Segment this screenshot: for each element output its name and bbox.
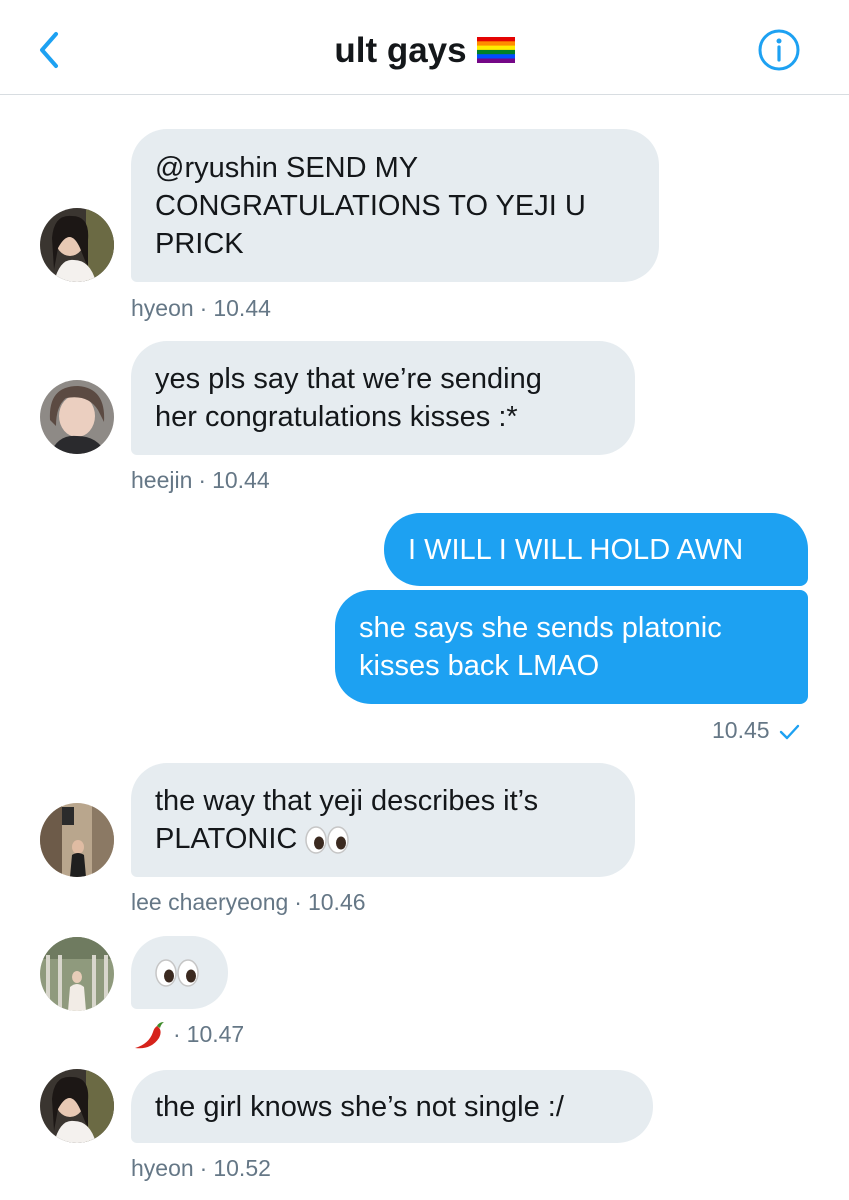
message-text: she says she sends platonic kisses back …: [359, 612, 722, 682]
avatar-photo: [40, 803, 114, 877]
message-time: 10.45: [712, 717, 770, 743]
avatar-hyeon[interactable]: [40, 1069, 114, 1143]
message-time: 10.44: [213, 295, 271, 321]
conversation-header: ult gays: [0, 0, 849, 95]
message-meta: heejin · 10.44: [131, 466, 270, 494]
message-text: the girl knows she’s not single :/: [155, 1090, 564, 1123]
message-text-wrap: the way that yeji describes it’s PLATONI…: [155, 782, 611, 858]
conversation-title-area: ult gays: [0, 30, 849, 72]
message-time: 10.47: [186, 1021, 245, 1048]
eyes-emoji-icon: [155, 958, 199, 987]
avatar-hyeon[interactable]: [40, 208, 114, 282]
chili-pepper-icon: [135, 1022, 164, 1049]
sender-name: lee chaeryeong: [131, 889, 289, 915]
message-meta: · 10.47: [131, 1020, 244, 1052]
message-bubble[interactable]: [131, 936, 228, 1009]
meta-separator: ·: [198, 467, 207, 493]
avatar-heejin[interactable]: [40, 380, 114, 454]
message-text: I WILL I WILL HOLD AWN: [408, 533, 744, 566]
conversation-title: ult gays: [334, 31, 467, 70]
meta-separator: ·: [173, 1021, 181, 1048]
avatar-chili-user[interactable]: [40, 937, 114, 1011]
info-icon: [758, 29, 800, 71]
message-bubble[interactable]: the girl knows she’s not single :/: [131, 1070, 653, 1143]
message-meta: lee chaeryeong · 10.46: [131, 888, 366, 916]
avatar-photo: [40, 380, 114, 454]
checkmark-icon: [779, 724, 799, 740]
avatar-photo: [40, 208, 114, 282]
message-bubble[interactable]: yes pls say that we’re sending her congr…: [131, 341, 635, 455]
message-text: yes pls say that we’re sending her congr…: [155, 363, 542, 433]
message-bubble[interactable]: the way that yeji describes it’s PLATONI…: [131, 763, 635, 877]
meta-separator: ·: [199, 295, 208, 321]
sender-name: hyeon: [131, 1155, 194, 1181]
avatar-photo: [40, 937, 114, 1011]
sender-name: hyeon: [131, 295, 194, 321]
message-time: 10.52: [213, 1155, 271, 1181]
avatar-lee-chaeryeong[interactable]: [40, 803, 114, 877]
message-meta: hyeon · 10.44: [131, 294, 271, 322]
outgoing-message-bubble[interactable]: she says she sends platonic kisses back …: [335, 590, 808, 704]
info-button[interactable]: [757, 28, 801, 72]
message-text: @ryushin SEND MY CONGRATULATIONS TO YEJI…: [155, 151, 586, 260]
message-meta: hyeon · 10.52: [131, 1154, 271, 1182]
message-bubble[interactable]: @ryushin SEND MY CONGRATULATIONS TO YEJI…: [131, 129, 659, 282]
eyes-emoji-icon: [305, 826, 350, 855]
message-time: 10.46: [307, 889, 366, 915]
sender-name: heejin: [131, 467, 193, 493]
meta-separator: ·: [294, 889, 302, 915]
message-meta: 10.45: [712, 716, 800, 744]
rainbow-flag-icon: [476, 36, 515, 63]
outgoing-message-bubble[interactable]: I WILL I WILL HOLD AWN: [384, 513, 808, 586]
meta-separator: ·: [199, 1155, 208, 1181]
message-time: 10.44: [212, 467, 270, 493]
avatar-photo: [40, 1069, 114, 1143]
